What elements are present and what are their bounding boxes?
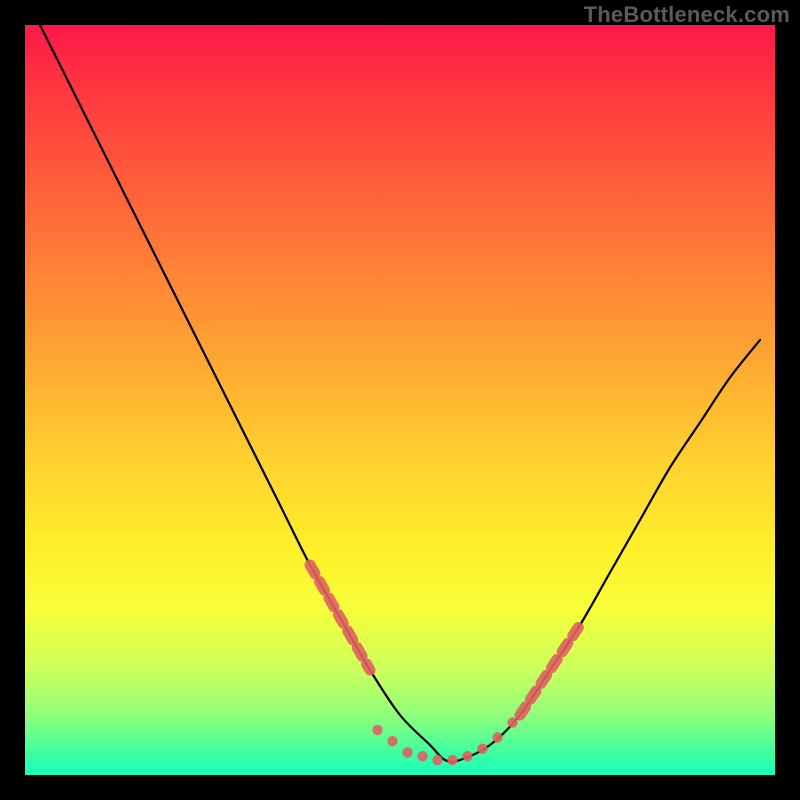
trough-dot [462,751,472,761]
trough-dots [372,717,517,765]
trough-dot [387,736,397,746]
trough-dot [372,725,382,735]
bottleneck-curve-path [40,25,760,762]
chart-plot-area [25,25,775,775]
trough-dot [417,751,427,761]
highlight-right [520,625,580,715]
highlight-left [310,565,370,670]
bottleneck-curve-svg [25,25,775,775]
watermark-text: TheBottleneck.com [584,2,790,28]
trough-dot [432,755,442,765]
trough-dot [492,732,502,742]
trough-dot [477,744,487,754]
trough-dot [507,717,517,727]
trough-dot [402,747,412,757]
trough-dot [447,755,457,765]
